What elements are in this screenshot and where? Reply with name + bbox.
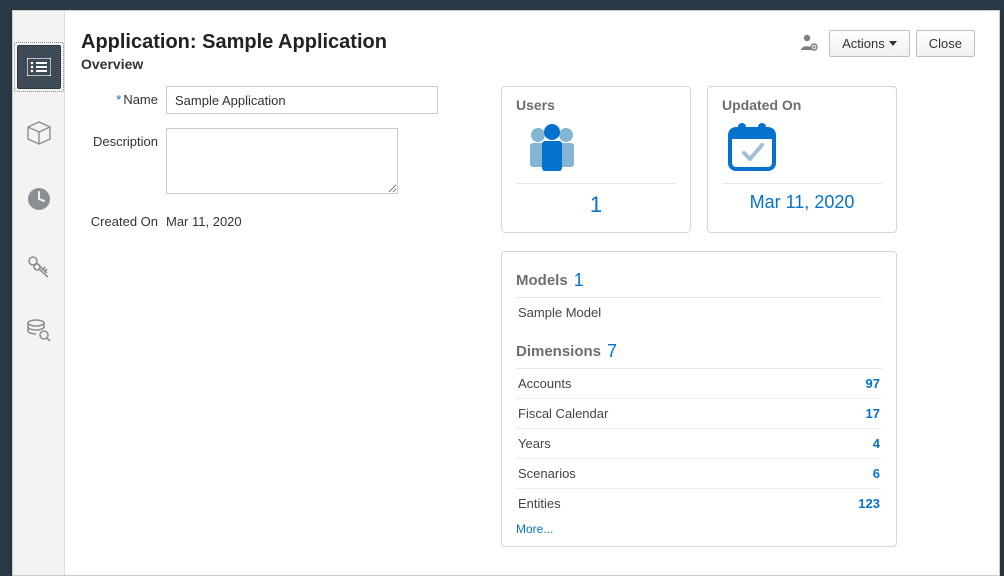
users-card-value: 1 <box>516 192 676 218</box>
sidebar <box>13 11 65 575</box>
dimension-row[interactable]: Years 4 <box>516 429 882 459</box>
dimension-value: 6 <box>873 466 880 481</box>
calendar-check-icon <box>722 119 882 175</box>
created-on-label: Created On <box>81 208 166 229</box>
dimension-name: Years <box>518 436 551 451</box>
users-card-title: Users <box>516 97 676 113</box>
user-settings-icon[interactable] <box>795 29 823 57</box>
page-title: Application: Sample Application <box>81 31 387 54</box>
dimension-name: Scenarios <box>518 466 576 481</box>
database-search-icon <box>25 317 53 345</box>
dimension-value: 4 <box>873 436 880 451</box>
dimension-row[interactable]: Accounts 97 <box>516 369 882 399</box>
dimension-value: 123 <box>858 496 880 511</box>
sidebar-tab-keys[interactable] <box>17 243 61 287</box>
name-label: *Name <box>81 86 166 107</box>
close-button-label: Close <box>929 36 962 51</box>
updated-on-card-title: Updated On <box>722 97 882 113</box>
dimension-row[interactable]: Entities 123 <box>516 489 882 518</box>
description-field[interactable] <box>166 128 398 194</box>
cube-icon <box>26 120 52 146</box>
chevron-down-icon <box>889 41 897 46</box>
list-icon <box>27 58 51 76</box>
models-section-title: Models 1 <box>516 264 882 298</box>
model-row[interactable]: Sample Model <box>516 298 882 327</box>
clock-icon <box>26 186 52 212</box>
dimension-value: 17 <box>866 406 880 421</box>
page-subtitle: Overview <box>81 56 387 72</box>
dimension-row[interactable]: Fiscal Calendar 17 <box>516 399 882 429</box>
users-card: Users <box>501 86 691 233</box>
sidebar-tab-overview[interactable] <box>17 45 61 89</box>
updated-on-card-value: Mar 11, 2020 <box>722 192 882 213</box>
actions-button[interactable]: Actions <box>829 30 910 57</box>
dimension-name: Fiscal Calendar <box>518 406 608 421</box>
dimension-name: Entities <box>518 496 561 511</box>
updated-on-card: Updated On Mar 11, <box>707 86 897 233</box>
close-button[interactable]: Close <box>916 30 975 57</box>
sidebar-tab-clock[interactable] <box>17 177 61 221</box>
dimension-value: 97 <box>866 376 880 391</box>
sidebar-tab-data[interactable] <box>17 309 61 353</box>
dimension-row[interactable]: Scenarios 6 <box>516 459 882 489</box>
keys-icon <box>25 251 53 279</box>
more-link[interactable]: More... <box>516 518 553 536</box>
description-label: Description <box>81 128 166 149</box>
created-on-value: Mar 11, 2020 <box>166 208 242 229</box>
name-field[interactable] <box>166 86 438 114</box>
model-name: Sample Model <box>518 305 601 320</box>
sidebar-tab-cube[interactable] <box>17 111 61 155</box>
dimension-name: Accounts <box>518 376 571 391</box>
models-dimensions-card: Models 1 Sample Model Dimensions 7 Accou… <box>501 251 897 547</box>
users-icon <box>516 119 676 175</box>
dimensions-section-title: Dimensions 7 <box>516 335 882 369</box>
actions-button-label: Actions <box>842 36 885 51</box>
